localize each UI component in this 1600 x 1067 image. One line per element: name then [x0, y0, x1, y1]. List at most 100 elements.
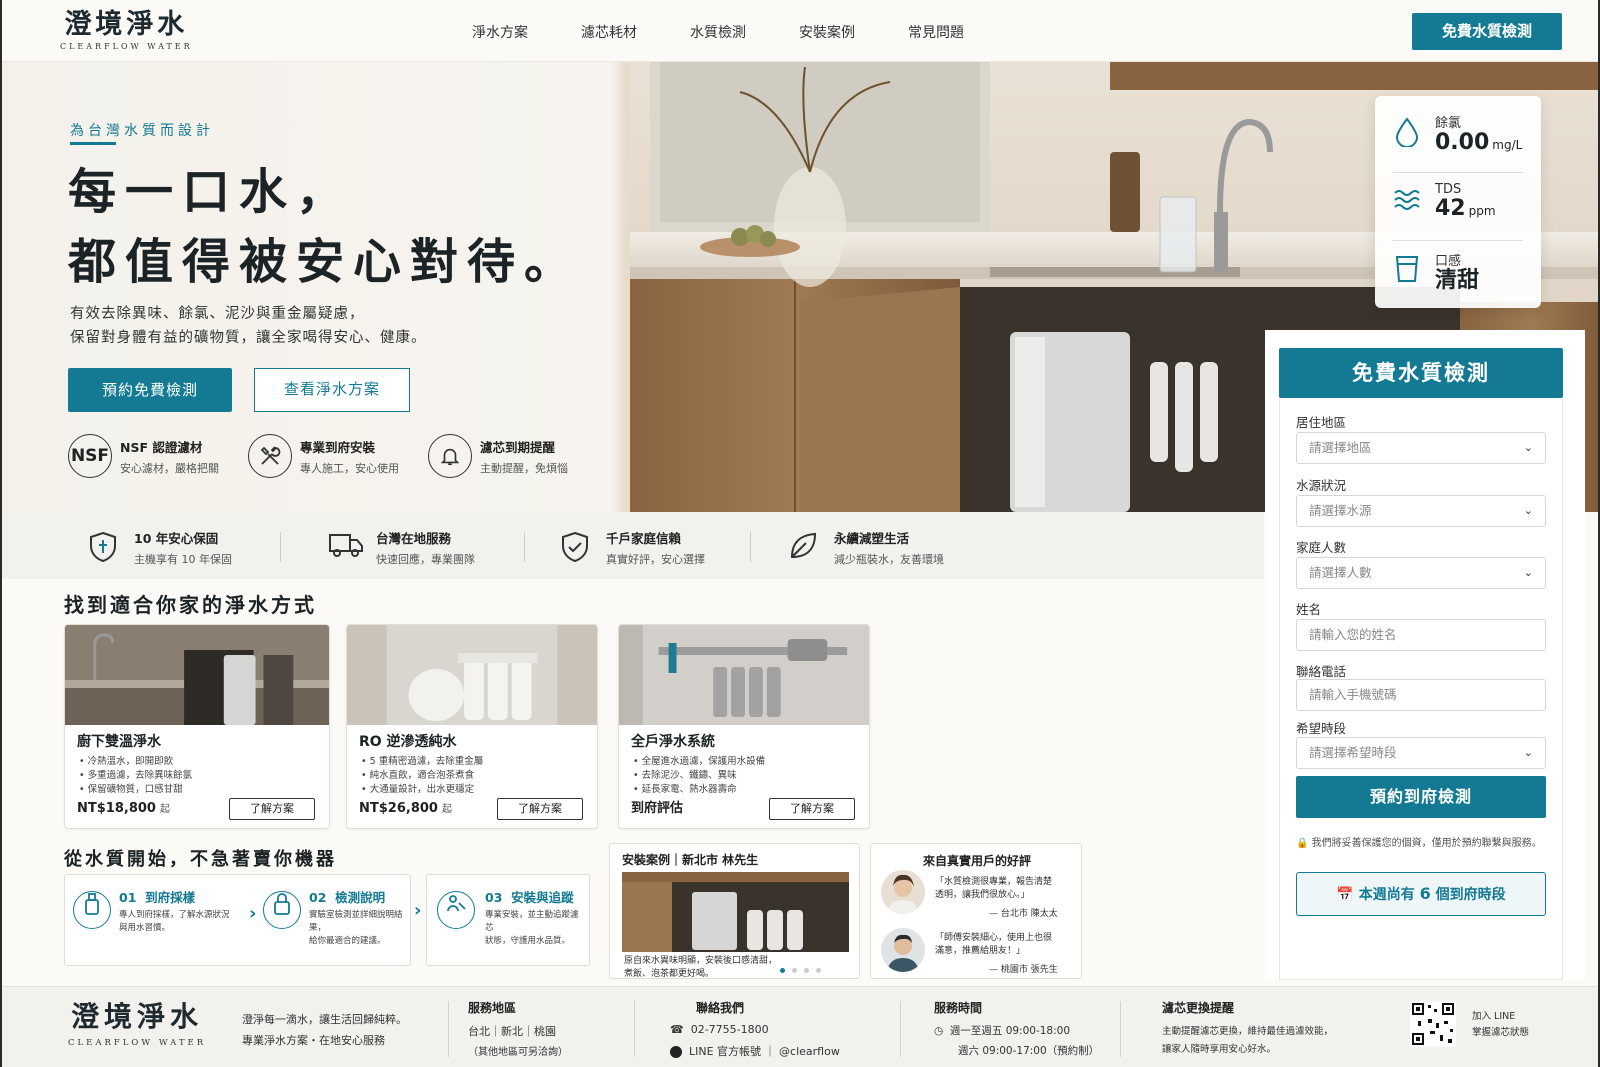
learn-more-button[interactable]: 了解方案 [229, 798, 315, 820]
hero-title-line2: 都值得被安心對待。 [68, 234, 582, 290]
line-cta-line: 掌握濾芯狀態 [1472, 1027, 1530, 1038]
nav-item-testing[interactable]: 水質檢測 [690, 22, 799, 42]
nsf-badge-icon: NSF [68, 434, 112, 478]
hero-desc-line1: 有效去除異味、餘氯、泥沙與重金屬疑慮， [70, 306, 365, 322]
qr-code-icon[interactable] [1410, 1001, 1456, 1047]
time-slot-select[interactable]: 請選擇希望時段 ⌄ [1296, 737, 1546, 769]
nav-item-cases[interactable]: 安裝案例 [799, 22, 908, 42]
process-step-3: 03 安裝與追蹤 專業安裝，並主動追蹤濾芯 狀態，守護用水品質。 [426, 874, 590, 966]
phone-input-placeholder: 請輸入手機號碼 [1309, 687, 1397, 702]
service-area-note: （其他地區可另洽詢） [468, 1047, 568, 1058]
footer-divider [448, 1001, 449, 1057]
plan-bullet: • 5 重精密過濾，去除重金屬 [361, 756, 484, 767]
leaf-icon [786, 531, 820, 565]
chevron-down-icon: ⌄ [1523, 441, 1533, 454]
plans-section-title: 找到適合你家的淨水方式 [64, 593, 317, 617]
process-section-title: 從水質開始，不急著賣你機器 [64, 849, 337, 870]
plan-card-dual-temp[interactable]: 廚下雙溫淨水 • 冷熱溫水，即開即飲 • 多重過濾，去除異味餘氯 • 保留礦物質… [64, 624, 330, 829]
chevron-down-icon: ⌄ [1523, 746, 1533, 759]
feature-title: NSF 認證濾材 [120, 439, 203, 455]
main-menu: 淨水方案 濾芯耗材 水質檢測 安裝案例 常見問題 [472, 22, 1017, 42]
nav-item-filters[interactable]: 濾芯耗材 [581, 22, 690, 42]
stat-tds: TDS 42 ppm [1393, 182, 1533, 223]
phone-input[interactable]: 請輸入手機號碼 [1296, 679, 1546, 711]
plan-image [619, 625, 869, 725]
step-number: 01 [119, 890, 137, 905]
case-caption: 原自來水異味明顯，安裝後口感清甜， 煮飯、泡茶都更好喝。 [624, 955, 777, 978]
truck-icon [328, 531, 363, 565]
install-case-card[interactable]: 安裝案例｜新北市 林先生 原自來水異味明顯，安裝後口感清甜， 煮飯、泡茶都更好喝… [609, 843, 860, 979]
step-title-text: 檢測說明 [335, 890, 386, 905]
carousel-dot[interactable] [816, 968, 821, 973]
nav-item-faq[interactable]: 常見問題 [908, 22, 1017, 42]
stat-value: 清甜 [1435, 268, 1480, 293]
plan-card-whole-house[interactable]: 全戶淨水系統 • 全屋進水過濾，保護用水設備 • 去除泥沙、鐵鏽、異味 • 延長… [618, 624, 870, 829]
slots-suffix: 個到府時段 [1435, 887, 1506, 903]
plan-price: 到府評估 [631, 797, 687, 816]
calendar-icon: 📅 [1336, 887, 1354, 903]
hero-title-line1: 每一口水， [68, 164, 354, 220]
learn-more-button[interactable]: 了解方案 [497, 798, 583, 820]
brand-logo[interactable]: 澄境淨水 CLEARFLOW WATER [60, 9, 193, 52]
trust-title: 永續減塑生活 [834, 531, 910, 546]
view-plans-button[interactable]: 查看淨水方案 [254, 368, 410, 412]
plan-bullet: • 大通量設計，出水更穩定 [361, 784, 475, 795]
footer-slogan-line: 澄淨每一滴水，讓生活回歸純粹。 [242, 1013, 407, 1026]
stat-number: 42 [1435, 196, 1466, 221]
plan-card-ro[interactable]: RO 逆滲透純水 • 5 重精密過濾，去除重金屬 • 純水直飲，適合泡茶煮食 •… [346, 624, 598, 829]
region-select[interactable]: 請選擇地區 ⌄ [1296, 432, 1546, 464]
plan-title: 全戶淨水系統 [631, 734, 715, 750]
learn-more-button[interactable]: 了解方案 [769, 798, 855, 820]
phone-row[interactable]: ☎ 02-7755-1800 [670, 1023, 769, 1036]
review-quote-line: 「師傅安裝細心，使用上也很 [935, 933, 1053, 943]
stat-value: 42 ppm [1435, 197, 1496, 223]
brand-name-cn: 澄境淨水 [64, 9, 189, 40]
nav-free-test-button[interactable]: 免費水質檢測 [1412, 13, 1562, 50]
plan-bullet: • 去除泥沙、鐵鏽、異味 [633, 770, 737, 781]
chevron-down-icon: ⌄ [1523, 504, 1533, 517]
step-desc-line: 專人到府採樣，了解水源狀況 [119, 910, 230, 920]
chevron-right-icon: › [249, 903, 257, 924]
household-size-label: 家庭人數 [1296, 540, 1347, 555]
water-source-select[interactable]: 請選擇水源 ⌄ [1296, 495, 1546, 527]
carousel-dot[interactable] [804, 968, 809, 973]
line-row[interactable]: LINE 官方帳號 ｜ @clearflow [670, 1043, 840, 1059]
privacy-note: 🔒 我們將妥善保護您的個資，僅用於預約聯繫與服務。 [1296, 834, 1556, 849]
stat-label: TDS [1435, 182, 1462, 197]
free-test-form-panel: 免費水質檢測 居住地區 請選擇地區 ⌄ 水源狀況 請選擇水源 ⌄ 家庭人數 請選擇人… [1265, 330, 1585, 980]
page: 澄境淨水 CLEARFLOW WATER 淨水方案 濾芯耗材 水質檢測 安裝案例… [0, 0, 1600, 1067]
step-desc-line: 專業安裝，並主動追蹤濾芯 [485, 910, 579, 933]
feature-nsf: NSF NSF 認證濾材 安心濾材，嚴格把關 [68, 434, 219, 478]
stat-label: 口感 [1435, 254, 1462, 269]
top-nav: 澄境淨水 CLEARFLOW WATER 淨水方案 濾芯耗材 水質檢測 安裝案例… [2, 0, 1598, 62]
name-input[interactable]: 請輸入您的姓名 [1296, 619, 1546, 651]
trust-divider [524, 532, 525, 562]
carousel-dot[interactable] [792, 968, 797, 973]
trust-divider [750, 532, 751, 562]
household-size-select[interactable]: 請選擇人數 ⌄ [1296, 557, 1546, 589]
feature-subtitle: 主動提醒，免煩惱 [480, 461, 568, 475]
step-title: 03 安裝與追蹤 [485, 887, 574, 906]
book-home-test-button[interactable]: 預約到府檢測 [1296, 776, 1546, 818]
review-quote-line: 滿意，推薦給朋友！」 [935, 946, 1026, 956]
household-size-select-value: 請選擇人數 [1309, 565, 1372, 580]
carousel-dot[interactable] [780, 968, 785, 973]
time-slot-select-value: 請選擇希望時段 [1309, 745, 1397, 760]
hours-weekday: ◷ 週一至週五 09:00-18:00 [934, 1023, 1070, 1038]
plan-price-suffix: 起 [441, 804, 452, 815]
filter-reminder-line: 主動提醒濾芯更換，維持最佳過濾效能， [1162, 1026, 1334, 1037]
water-source-select-value: 請選擇水源 [1309, 503, 1372, 518]
footer-logo[interactable]: 澄境淨水 CLEARFLOW WATER [68, 995, 206, 1048]
step-number: 03 [485, 890, 503, 905]
step-number: 02 [309, 890, 327, 905]
plan-price: NT$26,800 起 [359, 800, 452, 816]
step-description: 專人到府採樣，了解水源狀況 與用水習慣。 [119, 909, 230, 935]
bell-icon [428, 434, 472, 478]
available-slots-banner[interactable]: 📅 本週尚有 6 個到府時段 [1296, 872, 1546, 916]
site-footer: 澄境淨水 CLEARFLOW WATER 澄淨每一滴水，讓生活回歸純粹。 專業淨… [2, 986, 1598, 1067]
book-free-test-button[interactable]: 預約免費檢測 [68, 368, 232, 412]
nav-item-plans[interactable]: 淨水方案 [472, 22, 581, 42]
plan-bullet: • 純水直飲，適合泡茶煮食 [361, 770, 475, 781]
step-title: 01 到府採樣 [119, 887, 195, 906]
carousel-dots [780, 968, 821, 973]
